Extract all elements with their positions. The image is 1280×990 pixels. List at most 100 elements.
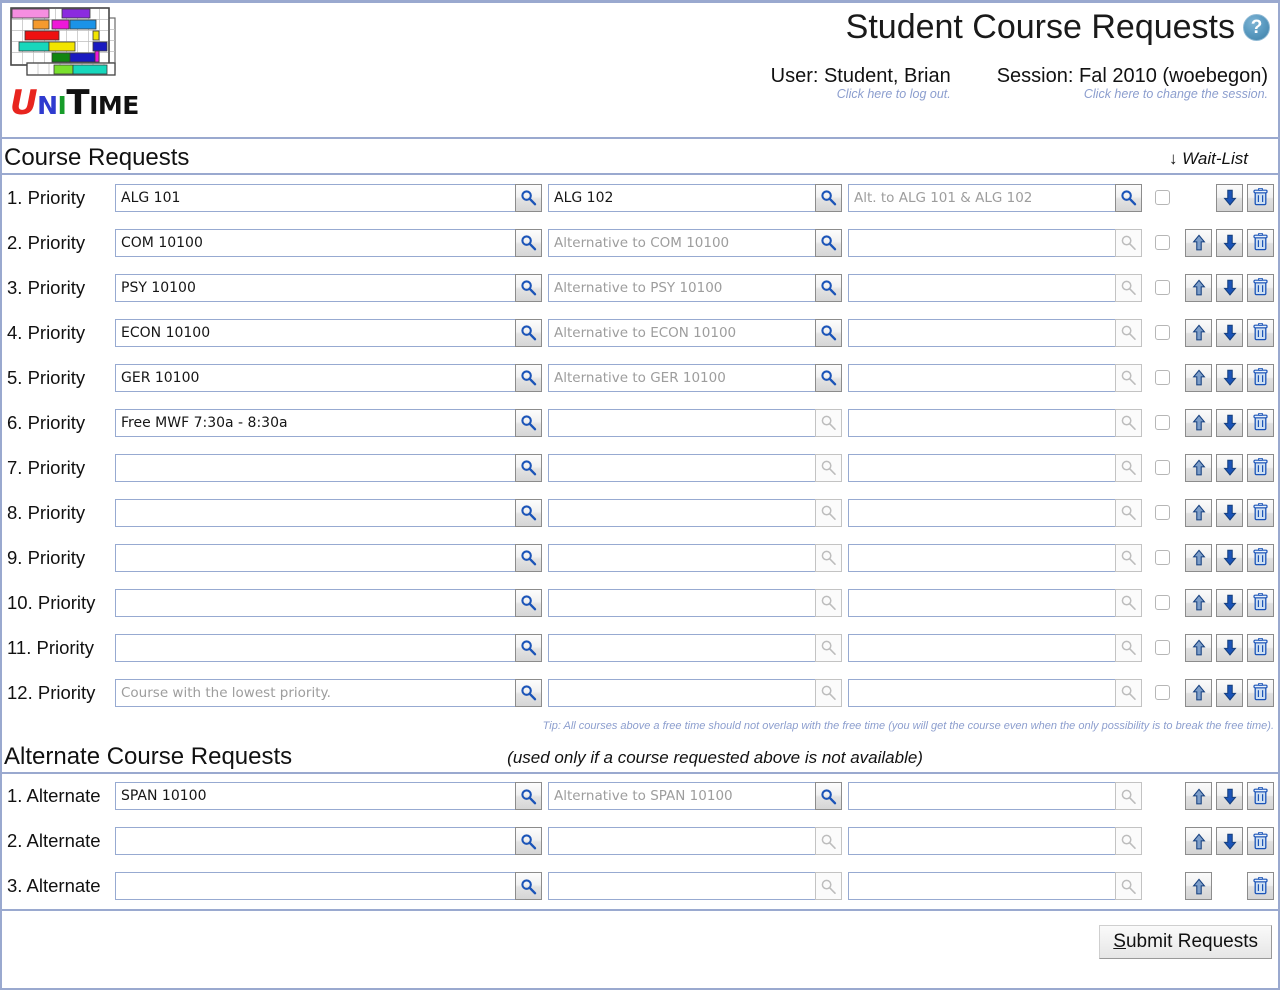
priority-3-course-search-icon[interactable] bbox=[515, 318, 542, 347]
delete-icon[interactable] bbox=[1247, 273, 1274, 302]
move-down-icon[interactable] bbox=[1216, 543, 1243, 572]
priority-0-alternative-2-search-icon[interactable] bbox=[1115, 183, 1142, 212]
alternate-2-course-search-icon[interactable] bbox=[515, 872, 542, 901]
priority-4-course-search-icon[interactable] bbox=[515, 363, 542, 392]
priority-7-alternative-1-input[interactable] bbox=[548, 498, 815, 527]
alternate-0-course-input[interactable] bbox=[115, 782, 515, 811]
move-down-icon[interactable] bbox=[1216, 408, 1243, 437]
alternate-2-alternative-1-input[interactable] bbox=[548, 872, 815, 901]
priority-2-course-input[interactable] bbox=[115, 273, 515, 302]
delete-icon[interactable] bbox=[1247, 633, 1274, 662]
delete-icon[interactable] bbox=[1247, 872, 1274, 901]
wait-list-checkbox[interactable] bbox=[1154, 235, 1170, 251]
priority-8-alternative-2-input[interactable] bbox=[848, 543, 1115, 572]
priority-1-alternative-1-search-icon[interactable] bbox=[815, 228, 842, 257]
priority-10-course-input[interactable] bbox=[115, 633, 515, 662]
move-up-icon[interactable] bbox=[1185, 782, 1212, 811]
change-session-link[interactable]: Click here to change the session. bbox=[997, 87, 1268, 102]
priority-4-alternative-1-input[interactable] bbox=[548, 363, 815, 392]
priority-3-course-input[interactable] bbox=[115, 318, 515, 347]
alternate-2-alternative-2-input[interactable] bbox=[848, 872, 1115, 901]
alternate-1-alternative-1-input[interactable] bbox=[548, 827, 815, 856]
priority-5-alternative-2-input[interactable] bbox=[848, 408, 1115, 437]
priority-2-course-search-icon[interactable] bbox=[515, 273, 542, 302]
move-down-icon[interactable] bbox=[1216, 633, 1243, 662]
move-up-icon[interactable] bbox=[1185, 543, 1212, 572]
priority-8-course-input[interactable] bbox=[115, 543, 515, 572]
move-up-icon[interactable] bbox=[1185, 453, 1212, 482]
move-up-icon[interactable] bbox=[1185, 678, 1212, 707]
priority-2-alternative-1-search-icon[interactable] bbox=[815, 273, 842, 302]
priority-9-alternative-2-input[interactable] bbox=[848, 588, 1115, 617]
move-up-icon[interactable] bbox=[1185, 363, 1212, 392]
priority-0-alternative-1-input[interactable] bbox=[548, 183, 815, 212]
move-down-icon[interactable] bbox=[1216, 318, 1243, 347]
move-up-icon[interactable] bbox=[1185, 827, 1212, 856]
delete-icon[interactable] bbox=[1247, 498, 1274, 527]
alternate-0-alternative-1-search-icon[interactable] bbox=[815, 782, 842, 811]
move-down-icon[interactable] bbox=[1216, 782, 1243, 811]
priority-9-alternative-1-input[interactable] bbox=[548, 588, 815, 617]
priority-5-alternative-1-input[interactable] bbox=[548, 408, 815, 437]
move-up-icon[interactable] bbox=[1185, 872, 1212, 901]
move-down-icon[interactable] bbox=[1216, 827, 1243, 856]
wait-list-checkbox[interactable] bbox=[1154, 325, 1170, 341]
priority-8-alternative-1-input[interactable] bbox=[548, 543, 815, 572]
priority-7-alternative-2-input[interactable] bbox=[848, 498, 1115, 527]
wait-list-checkbox[interactable] bbox=[1154, 280, 1170, 296]
priority-1-alternative-2-input[interactable] bbox=[848, 228, 1115, 257]
wait-list-checkbox[interactable] bbox=[1154, 370, 1170, 386]
move-down-icon[interactable] bbox=[1216, 498, 1243, 527]
priority-6-alternative-1-input[interactable] bbox=[548, 453, 815, 482]
priority-8-course-search-icon[interactable] bbox=[515, 543, 542, 572]
alternate-1-course-input[interactable] bbox=[115, 827, 515, 856]
move-up-icon[interactable] bbox=[1185, 633, 1212, 662]
priority-0-alternative-2-input[interactable] bbox=[848, 183, 1115, 212]
priority-3-alternative-1-search-icon[interactable] bbox=[815, 318, 842, 347]
move-down-icon[interactable] bbox=[1216, 228, 1243, 257]
alternate-2-course-input[interactable] bbox=[115, 872, 515, 901]
delete-icon[interactable] bbox=[1247, 543, 1274, 572]
priority-10-alternative-1-input[interactable] bbox=[548, 633, 815, 662]
priority-4-alternative-2-input[interactable] bbox=[848, 363, 1115, 392]
logout-link[interactable]: Click here to log out. bbox=[771, 87, 951, 102]
priority-1-course-input[interactable] bbox=[115, 228, 515, 257]
help-circle-icon[interactable]: ? bbox=[1243, 14, 1270, 42]
move-down-icon[interactable] bbox=[1216, 273, 1243, 302]
priority-1-course-search-icon[interactable] bbox=[515, 228, 542, 257]
alternate-0-course-search-icon[interactable] bbox=[515, 782, 542, 811]
submit-requests-button[interactable]: Submit Requests bbox=[1099, 924, 1272, 960]
priority-11-alternative-2-input[interactable] bbox=[848, 678, 1115, 707]
move-down-icon[interactable] bbox=[1216, 183, 1243, 212]
alternate-0-alternative-2-input[interactable] bbox=[848, 782, 1115, 811]
wait-list-checkbox[interactable] bbox=[1154, 190, 1170, 206]
delete-icon[interactable] bbox=[1247, 678, 1274, 707]
priority-0-course-search-icon[interactable] bbox=[515, 183, 542, 212]
delete-icon[interactable] bbox=[1247, 408, 1274, 437]
priority-5-course-search-icon[interactable] bbox=[515, 408, 542, 437]
priority-4-course-input[interactable] bbox=[115, 363, 515, 392]
wait-list-checkbox[interactable] bbox=[1154, 685, 1170, 701]
priority-9-course-search-icon[interactable] bbox=[515, 588, 542, 617]
wait-list-checkbox[interactable] bbox=[1154, 415, 1170, 431]
wait-list-checkbox[interactable] bbox=[1154, 505, 1170, 521]
priority-1-alternative-1-input[interactable] bbox=[548, 228, 815, 257]
priority-11-course-input[interactable] bbox=[115, 678, 515, 707]
move-up-icon[interactable] bbox=[1185, 273, 1212, 302]
delete-icon[interactable] bbox=[1247, 318, 1274, 347]
wait-list-checkbox[interactable] bbox=[1154, 640, 1170, 656]
priority-5-course-input[interactable] bbox=[115, 408, 515, 437]
priority-4-alternative-1-search-icon[interactable] bbox=[815, 363, 842, 392]
wait-list-checkbox[interactable] bbox=[1154, 595, 1170, 611]
priority-0-course-input[interactable] bbox=[115, 183, 515, 212]
move-down-icon[interactable] bbox=[1216, 453, 1243, 482]
delete-icon[interactable] bbox=[1247, 183, 1274, 212]
priority-11-alternative-1-input[interactable] bbox=[548, 678, 815, 707]
priority-11-course-search-icon[interactable] bbox=[515, 678, 542, 707]
delete-icon[interactable] bbox=[1247, 363, 1274, 392]
wait-list-checkbox[interactable] bbox=[1154, 550, 1170, 566]
move-up-icon[interactable] bbox=[1185, 228, 1212, 257]
priority-6-course-search-icon[interactable] bbox=[515, 453, 542, 482]
priority-10-course-search-icon[interactable] bbox=[515, 633, 542, 662]
move-down-icon[interactable] bbox=[1216, 363, 1243, 392]
